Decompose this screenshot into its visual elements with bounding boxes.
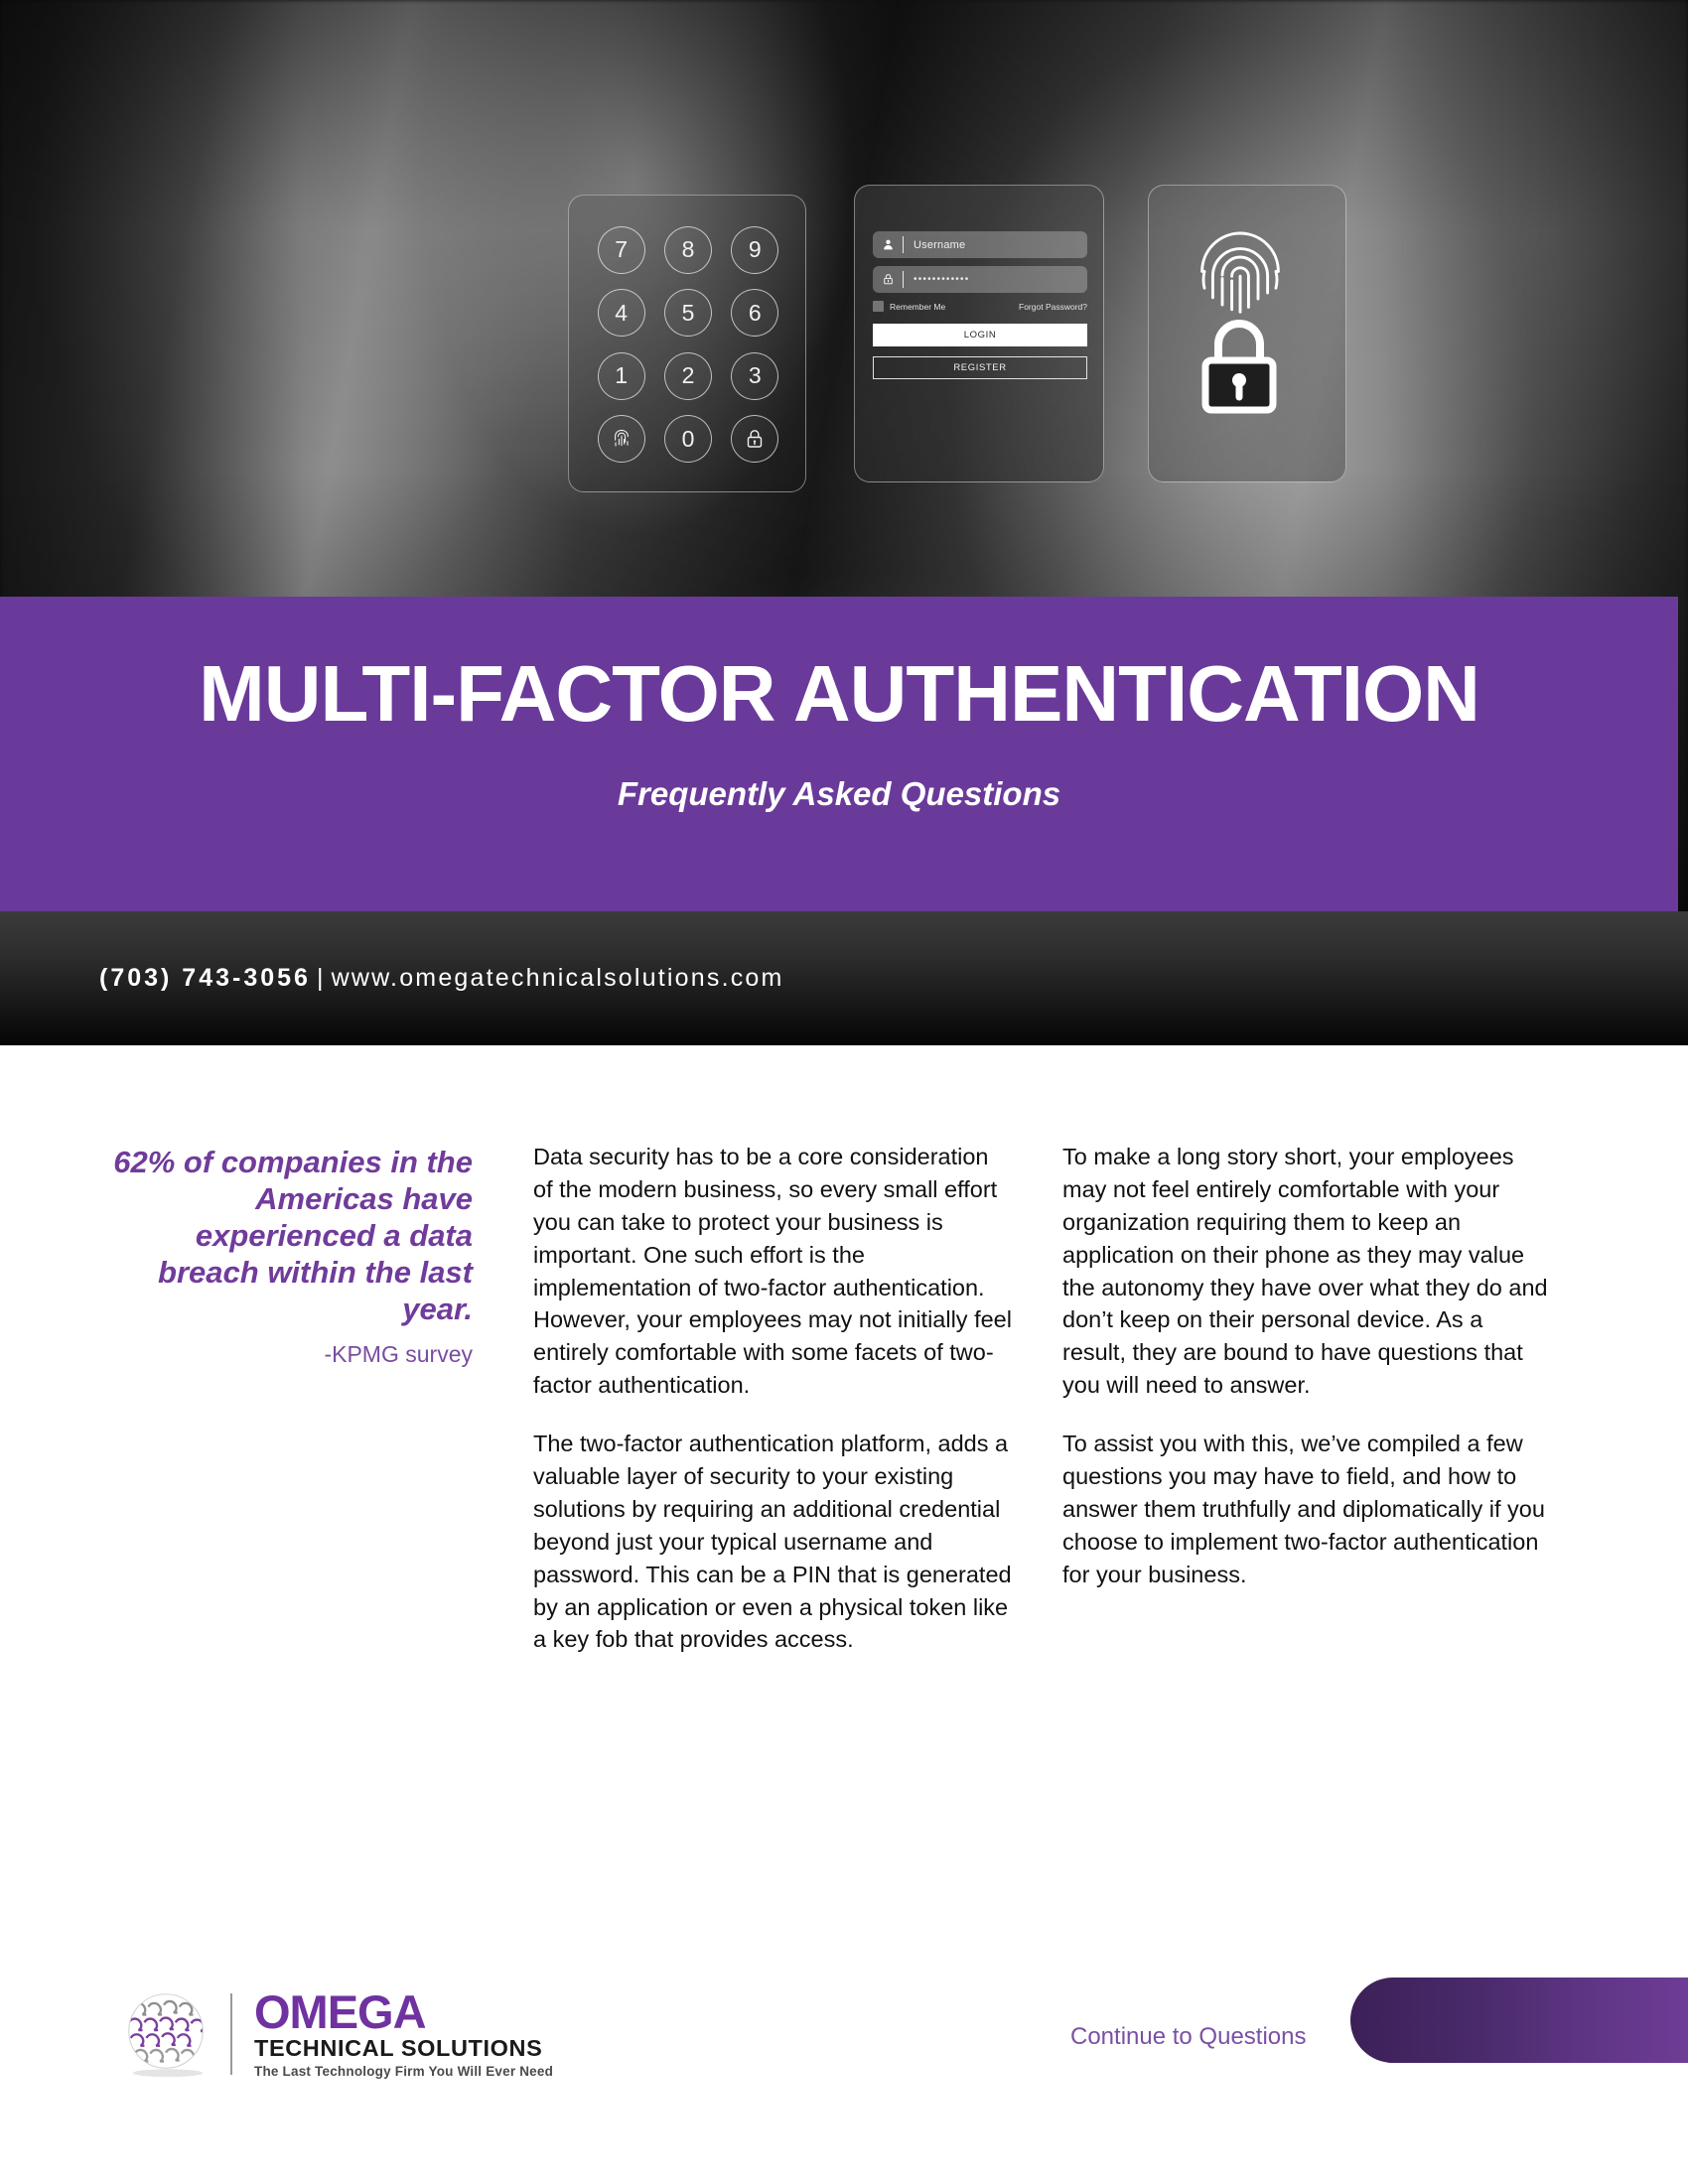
hero-security-graphics: 7 8 9 4 5 6 1 2 3 0 Username •••••••••••…	[556, 185, 1360, 492]
login-button[interactable]: LOGIN	[873, 324, 1087, 346]
keypad-key-8[interactable]: 8	[663, 225, 712, 274]
page-title: MULTI-FACTOR AUTHENTICATION	[199, 649, 1480, 738]
keypad-key-9[interactable]: 9	[731, 225, 779, 274]
continue-to-questions-link[interactable]: Continue to Questions	[1070, 2023, 1306, 2051]
paragraph: To assist you with this, we’ve compiled …	[1062, 1431, 1545, 1587]
keypad-key-7[interactable]: 7	[597, 225, 645, 274]
page-footer: OMEGA TECHNICAL SOLUTIONS The Last Techn…	[0, 1926, 1688, 2184]
keypad-key-1[interactable]: 1	[597, 351, 645, 400]
login-options-row: Remember Me Forgot Password?	[873, 301, 1087, 312]
biometric-panel	[1148, 185, 1346, 482]
omega-globe-icon	[128, 1993, 204, 2078]
register-button[interactable]: REGISTER	[873, 356, 1087, 379]
fingerprint-icon[interactable]	[597, 415, 645, 464]
login-form: Username •••••••••••• Remember Me Forgot…	[873, 231, 1087, 379]
paragraph: To make a long story short, your employe…	[1062, 1144, 1548, 1399]
keypad-key-5[interactable]: 5	[663, 289, 712, 338]
contact-info: (703) 743-3056 | www.omegatechnicalsolutio…	[99, 964, 784, 993]
cta-pill-decoration	[1350, 1978, 1688, 2063]
keypad-key-2[interactable]: 2	[663, 351, 712, 400]
padlock-icon	[1201, 320, 1277, 414]
body-column-right: To make a long story short, your employe…	[1062, 1141, 1549, 1617]
contact-bar: (703) 743-3056 | www.omegatechnicalsolutio…	[0, 911, 1688, 1045]
username-field[interactable]: Username	[873, 231, 1087, 258]
remember-me-checkbox[interactable]: Remember Me	[873, 301, 945, 312]
keypad-key-4[interactable]: 4	[597, 289, 645, 338]
logo-wordmark: OMEGA TECHNICAL SOLUTIONS The Last Techn…	[254, 1985, 554, 2079]
lock-icon[interactable]	[731, 415, 779, 464]
forgot-password-link[interactable]: Forgot Password?	[1019, 302, 1087, 312]
pull-quote-text: 62% of companies in the Americas have ex…	[113, 1145, 473, 1326]
title-banner: MULTI-FACTOR AUTHENTICATION Frequently A…	[0, 597, 1678, 911]
fingerprint-icon	[1200, 231, 1280, 314]
login-form-panel: Username •••••••••••• Remember Me Forgot…	[854, 185, 1104, 482]
username-placeholder: Username	[914, 238, 966, 251]
password-value: ••••••••••••	[914, 274, 970, 285]
logo-divider	[230, 1993, 232, 2075]
company-logo[interactable]: OMEGA TECHNICAL SOLUTIONS The Last Techn…	[117, 1985, 553, 2083]
numeric-keypad-panel: 7 8 9 4 5 6 1 2 3 0	[568, 195, 806, 492]
checkbox-box	[873, 301, 884, 312]
logo-brand-name: OMEGA	[254, 1985, 427, 2039]
hero-banner: 7 8 9 4 5 6 1 2 3 0 Username •••••••••••…	[0, 0, 1688, 1045]
pull-quote-citation: -KPMG survey	[324, 1341, 473, 1368]
phone-number[interactable]: (703) 743-3056	[99, 964, 311, 992]
logo-sub-brand: TECHNICAL SOLUTIONS	[254, 2035, 543, 2062]
keypad-key-3[interactable]: 3	[731, 351, 779, 400]
remember-me-label: Remember Me	[890, 301, 946, 312]
user-icon	[873, 236, 904, 253]
website-url[interactable]: www.omegatechnicalsolutions.com	[332, 964, 784, 992]
keypad-key-0[interactable]: 0	[663, 415, 712, 464]
body-column-middle: Data security has to be a core considera…	[533, 1141, 1012, 1682]
keypad-key-6[interactable]: 6	[731, 289, 779, 338]
keypad-grid: 7 8 9 4 5 6 1 2 3 0	[589, 219, 787, 470]
pull-quote: 62% of companies in the Americas have ex…	[95, 1145, 473, 1368]
logo-tagline: The Last Technology Firm You Will Ever N…	[254, 2063, 554, 2079]
contact-separator: |	[316, 964, 326, 992]
padlock-icon	[873, 271, 904, 288]
paragraph: Data security has to be a core considera…	[533, 1144, 1012, 1399]
page-subtitle: Frequently Asked Questions	[617, 775, 1061, 812]
password-field[interactable]: ••••••••••••	[873, 266, 1087, 293]
paragraph: The two-factor authentication platform, …	[533, 1431, 1012, 1653]
